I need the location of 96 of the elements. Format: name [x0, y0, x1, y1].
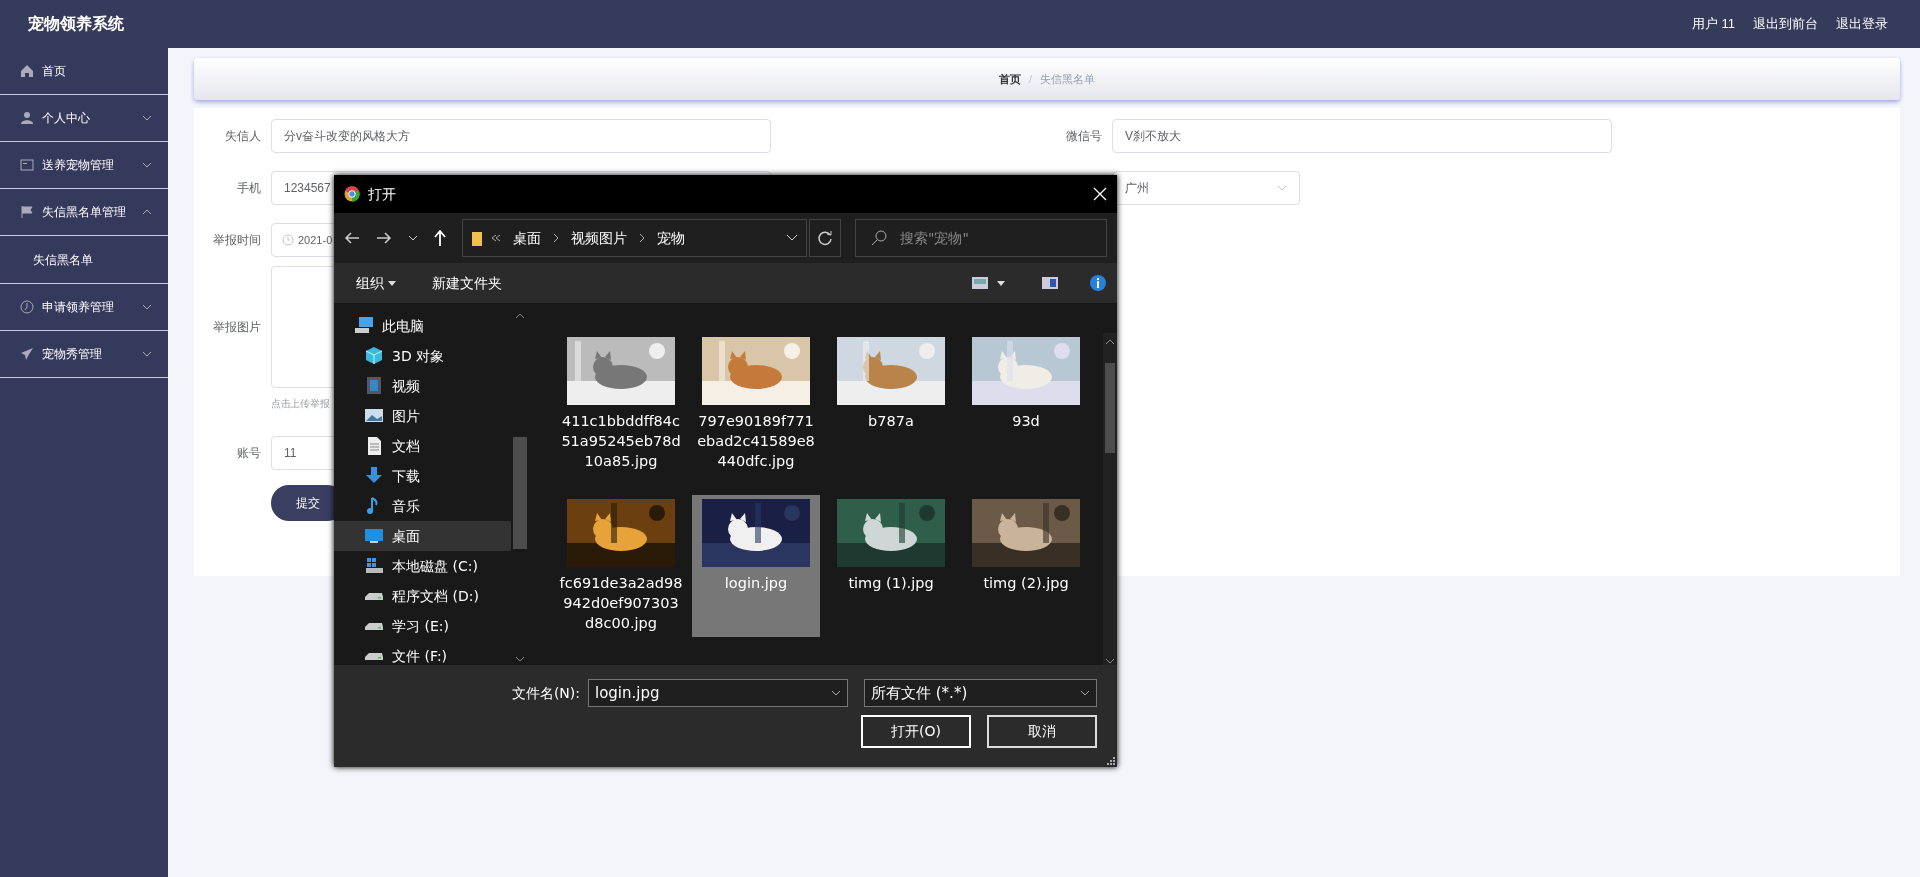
- tree-item[interactable]: 3D 对象: [334, 341, 511, 371]
- input-field[interactable]: V刹不放大: [1112, 119, 1612, 153]
- file-item[interactable]: fc691de3a2ad98942d0ef907303d8c00.jpg: [557, 495, 685, 637]
- dialog-title: 打开: [368, 184, 397, 204]
- cube-icon: [364, 346, 384, 366]
- new-folder-button[interactable]: 新建文件夹: [432, 272, 502, 294]
- close-icon[interactable]: [1093, 187, 1107, 201]
- file-item[interactable]: timg (1).jpg: [827, 495, 955, 637]
- folder-icon: [471, 229, 483, 247]
- scrollbar-thumb[interactable]: [513, 437, 527, 549]
- cancel-button[interactable]: 取消: [987, 715, 1097, 748]
- overflow-chevron-icon[interactable]: [491, 234, 501, 242]
- up-arrow-icon[interactable]: [434, 230, 446, 246]
- tree-item[interactable]: 图片: [334, 401, 511, 431]
- help-icon[interactable]: [1089, 274, 1107, 292]
- scroll-down-icon[interactable]: [1105, 658, 1115, 664]
- tree-item[interactable]: 本地磁盘 (C:): [334, 551, 511, 581]
- breadcrumb-item[interactable]: 首页: [998, 70, 1021, 88]
- chevron-icon: [1080, 690, 1090, 696]
- home-icon: [20, 64, 34, 78]
- sidebar-item[interactable]: 宠物秀管理: [0, 331, 168, 378]
- video-icon: [364, 376, 384, 396]
- path-segment[interactable]: 宠物: [653, 227, 689, 249]
- app-title: 宠物领养系统: [27, 14, 124, 34]
- chevron-icon[interactable]: [408, 235, 418, 241]
- file-item[interactable]: 93d: [962, 333, 1090, 475]
- dropdown-chevron-icon[interactable]: [786, 234, 799, 242]
- field-label: 失信人: [224, 128, 262, 145]
- scroll-down-icon[interactable]: [515, 656, 525, 662]
- windisk-icon: [364, 556, 384, 576]
- card-icon: [20, 158, 34, 172]
- tree-item[interactable]: 桌面: [334, 521, 511, 551]
- scrollbar-thumb[interactable]: [1105, 363, 1115, 453]
- file-type-select[interactable]: 所有文件 (*.*): [864, 679, 1097, 707]
- view-icon[interactable]: [971, 276, 989, 290]
- search-icon: [871, 230, 887, 246]
- search-field[interactable]: 搜索"宠物": [855, 219, 1107, 257]
- forward-arrow-icon[interactable]: [376, 231, 392, 245]
- address-bar[interactable]: 桌面 视频图片 宠物: [462, 219, 808, 257]
- resize-grip-icon[interactable]: [1107, 757, 1115, 765]
- field-label: 举报时间: [212, 232, 262, 249]
- chevron-icon: [831, 690, 841, 696]
- tree-item[interactable]: 此电脑: [334, 311, 511, 341]
- sidebar-item[interactable]: 送养宠物管理: [0, 142, 168, 189]
- nav-link[interactable]: 退出到前台: [1753, 14, 1818, 34]
- breadcrumb-separator: /: [1028, 71, 1033, 87]
- user-icon: [20, 111, 34, 125]
- field-label: 账号: [236, 445, 262, 462]
- open-button[interactable]: 打开(O): [861, 715, 971, 748]
- sidebar-item[interactable]: 个人中心: [0, 95, 168, 142]
- sidebar-item[interactable]: 首页: [0, 48, 168, 95]
- plane-icon: [20, 347, 34, 361]
- path-segment[interactable]: 视频图片: [567, 227, 631, 249]
- chevron-icon: [553, 233, 559, 243]
- nav-link[interactable]: 退出登录: [1836, 14, 1888, 34]
- clock-icon: [282, 234, 294, 246]
- file-item[interactable]: timg (2).jpg: [962, 495, 1090, 637]
- sidebar-item[interactable]: 申请领养管理: [0, 284, 168, 331]
- organize-menu[interactable]: 组织: [356, 272, 396, 294]
- sidebar-subitem[interactable]: 失信黑名单: [0, 236, 168, 284]
- field-label: 微信号: [1065, 128, 1103, 145]
- tree-item[interactable]: 学习 (E:): [334, 611, 511, 641]
- desktop-icon: [364, 526, 384, 546]
- nav-link[interactable]: 用户 11: [1691, 14, 1735, 34]
- clock-icon: [20, 300, 34, 314]
- scroll-up-icon[interactable]: [1105, 339, 1115, 345]
- select-field[interactable]: 广州: [1112, 171, 1300, 205]
- refresh-icon[interactable]: [817, 230, 834, 246]
- input-field[interactable]: 分v奋斗改变的风格大方: [271, 119, 771, 153]
- scroll-up-icon[interactable]: [515, 313, 525, 319]
- flag-icon: [20, 205, 34, 219]
- breadcrumb-item: 失信黑名单: [1040, 71, 1096, 87]
- pc-icon: [354, 316, 374, 336]
- download-icon: [364, 466, 384, 486]
- tree-item[interactable]: 文档: [334, 431, 511, 461]
- file-item[interactable]: 411c1bbddff84c51a95245eb78d10a85.jpg: [557, 333, 685, 475]
- browser-icon: [344, 186, 360, 202]
- tree-item[interactable]: 程序文档 (D:): [334, 581, 511, 611]
- chevron-icon: [1277, 185, 1287, 191]
- file-item[interactable]: b787a: [827, 333, 955, 475]
- upload-hint: 点击上传举报: [271, 397, 330, 411]
- preview-pane-icon[interactable]: [1041, 276, 1059, 290]
- field-label: 手机: [236, 180, 262, 197]
- filename-field[interactable]: login.jpg: [588, 679, 848, 707]
- path-segment[interactable]: 桌面: [509, 227, 545, 249]
- sidebar-item[interactable]: 失信黑名单管理: [0, 189, 168, 236]
- caret-icon: [388, 280, 396, 286]
- tree-item[interactable]: 文件 (F:): [334, 641, 511, 670]
- tree-item[interactable]: 视频: [334, 371, 511, 401]
- file-item[interactable]: login.jpg: [692, 495, 820, 637]
- chevron-icon: [639, 233, 645, 243]
- file-item[interactable]: 797e90189f771ebad2c41589e8440dfc.jpg: [692, 333, 820, 475]
- field-label: 举报图片: [212, 319, 262, 336]
- caret-icon[interactable]: [997, 280, 1005, 286]
- back-arrow-icon[interactable]: [344, 231, 360, 245]
- field-label: 文件名(N):: [511, 683, 580, 703]
